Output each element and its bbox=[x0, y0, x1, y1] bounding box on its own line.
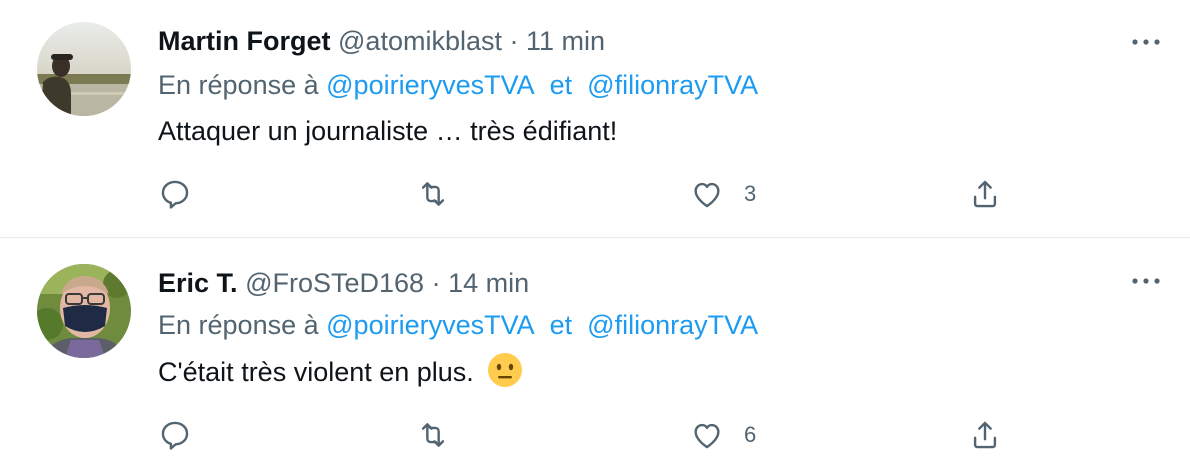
neutral-face-emoji-icon bbox=[488, 353, 523, 387]
retweet-button[interactable] bbox=[416, 415, 450, 455]
avatar[interactable] bbox=[37, 264, 131, 358]
reply-and[interactable]: et bbox=[550, 70, 573, 100]
author-handle[interactable]: @atomikblast bbox=[338, 26, 502, 56]
mention-link[interactable]: @filionrayTVA bbox=[587, 310, 758, 340]
mention-link[interactable]: @poirieryvesTVA bbox=[326, 70, 534, 100]
avatar-photo bbox=[37, 264, 131, 358]
author-name[interactable]: Martin Forget bbox=[158, 26, 331, 56]
mention-link[interactable]: @filionrayTVA bbox=[587, 70, 758, 100]
retweet-icon bbox=[421, 423, 445, 447]
tweet[interactable]: Martin Forget @atomikblast · 11 min En r… bbox=[0, 0, 1190, 238]
reply-and[interactable]: et bbox=[550, 310, 573, 340]
heart-icon bbox=[694, 182, 720, 208]
author-handle[interactable]: @FroSTeD168 bbox=[245, 268, 424, 298]
like-button[interactable]: 6 bbox=[690, 415, 756, 455]
tweet-text: Attaquer un journaliste … très édifiant! bbox=[158, 116, 618, 146]
tweet-actions: 3 bbox=[158, 174, 1018, 214]
separator: · bbox=[431, 268, 441, 298]
heart-icon bbox=[694, 423, 720, 449]
tweet-actions: 6 bbox=[158, 415, 1018, 455]
retweet-icon bbox=[421, 182, 445, 206]
reply-button[interactable] bbox=[158, 174, 192, 214]
reply-prefix: En réponse à bbox=[158, 70, 319, 100]
tweet-text: C'était très violent en plus. bbox=[158, 357, 474, 387]
tweet-text-container: C'était très violent en plus. bbox=[158, 352, 523, 389]
mention-link[interactable]: @poirieryvesTVA bbox=[326, 310, 534, 340]
tweet[interactable]: Eric T. @FroSTeD168 · 14 min En réponse … bbox=[0, 238, 1190, 470]
share-button[interactable] bbox=[968, 415, 1002, 455]
more-options-button[interactable] bbox=[1126, 32, 1166, 52]
like-count: 6 bbox=[744, 422, 757, 447]
avatar[interactable] bbox=[37, 22, 131, 116]
like-button[interactable]: 3 bbox=[690, 174, 756, 214]
tweet-header: Martin Forget @atomikblast · 11 min bbox=[158, 24, 605, 58]
author-name[interactable]: Eric T. bbox=[158, 268, 238, 298]
separator: · bbox=[509, 26, 519, 56]
reply-icon bbox=[161, 421, 189, 450]
reply-context: En réponse à @poirieryvesTVA et @filionr… bbox=[158, 308, 758, 342]
reply-context: En réponse à @poirieryvesTVA et @filionr… bbox=[158, 68, 758, 102]
ellipsis-icon bbox=[1132, 39, 1160, 45]
timestamp[interactable]: 11 min bbox=[526, 26, 605, 56]
retweet-button[interactable] bbox=[416, 174, 450, 214]
share-icon bbox=[973, 421, 997, 449]
like-count: 3 bbox=[744, 181, 757, 206]
more-options-button[interactable] bbox=[1126, 271, 1166, 291]
reply-prefix: En réponse à bbox=[158, 310, 319, 340]
tweet-header: Eric T. @FroSTeD168 · 14 min bbox=[158, 266, 529, 300]
share-button[interactable] bbox=[968, 174, 1002, 214]
timestamp[interactable]: 14 min bbox=[448, 268, 529, 298]
reply-icon bbox=[161, 180, 189, 209]
ellipsis-icon bbox=[1132, 278, 1160, 284]
avatar-photo bbox=[37, 22, 131, 116]
share-icon bbox=[973, 180, 997, 208]
reply-button[interactable] bbox=[158, 415, 192, 455]
